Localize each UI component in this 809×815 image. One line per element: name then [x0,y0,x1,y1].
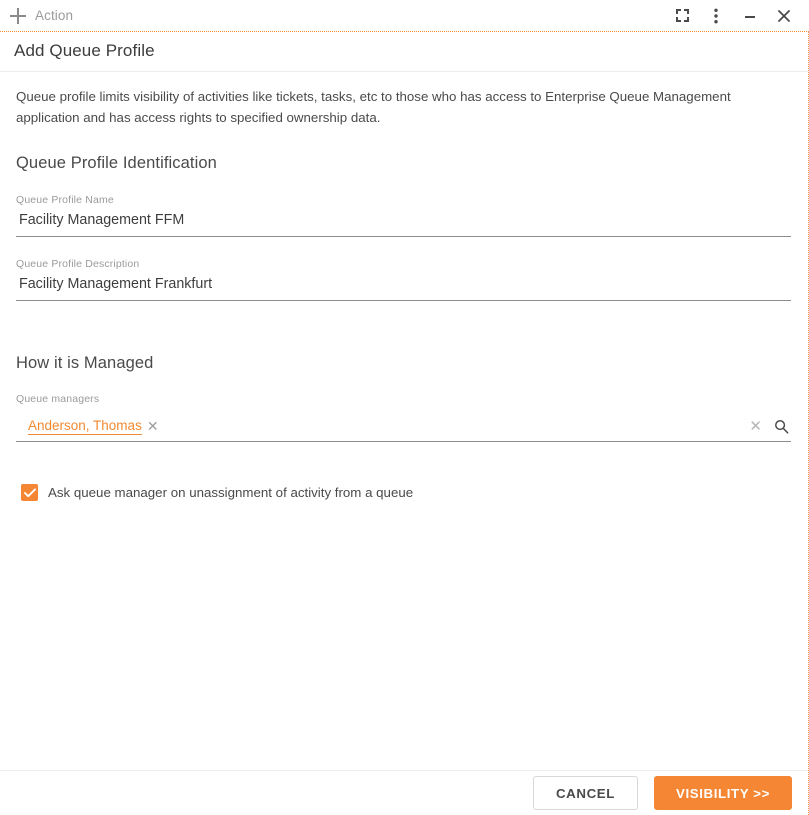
dialog-body: Queue profile limits visibility of activ… [0,72,808,770]
queue-profile-description-label: Queue Profile Description [16,258,140,270]
page-title: Add Queue Profile [14,41,155,60]
titlebar-left-group: Action [10,7,73,24]
expand-icon [675,9,689,22]
dialog-header: Add Queue Profile [0,32,808,72]
add-queue-profile-window: Action Add Queue Profile Queue profile l… [0,0,809,815]
dialog-footer: CANCEL VISIBILITY >> [0,770,808,815]
window-controls [665,0,801,31]
dialog-frame: Add Queue Profile Queue profile limits v… [0,31,809,815]
queue-managers-input[interactable]: Anderson, Thomas ✕ ✕ [16,415,791,442]
chip-label[interactable]: Anderson, Thomas [28,418,142,435]
queue-profile-description-input[interactable] [16,271,791,301]
chip-remove-icon[interactable]: ✕ [147,419,159,433]
close-icon [778,9,790,22]
chip-queue-manager[interactable]: Anderson, Thomas ✕ [28,418,159,435]
cancel-button[interactable]: CANCEL [532,776,638,810]
dialog-description: Queue profile limits visibility of activ… [16,89,731,125]
queue-profile-name-label: Queue Profile Name [16,194,114,206]
close-button[interactable] [767,0,801,31]
minimize-button[interactable] [733,0,767,31]
queue-managers-actions: ✕ [749,419,791,434]
visibility-button[interactable]: VISIBILITY >> [653,776,792,810]
clear-icon[interactable]: ✕ [749,419,762,434]
window-titlebar: Action [0,0,809,31]
field-queue-profile-name: Queue Profile Name [16,194,791,237]
plus-icon[interactable] [10,7,26,24]
ask-queue-manager-checkbox[interactable] [21,484,38,501]
field-queue-managers: Queue managers Anderson, Thomas ✕ ✕ [16,393,791,442]
more-options-icon [714,8,718,23]
minimize-icon [745,15,755,18]
queue-profile-name-input[interactable] [16,207,791,237]
section-heading-identification: Queue Profile Identification [16,154,217,172]
action-menu-label[interactable]: Action [35,8,73,23]
ask-queue-manager-row[interactable]: Ask queue manager on unassignment of act… [16,484,791,501]
queue-managers-label: Queue managers [16,393,100,405]
search-icon[interactable] [774,419,789,434]
more-options-button[interactable] [699,0,733,31]
field-queue-profile-description: Queue Profile Description [16,258,791,301]
checkmark-icon [23,487,36,497]
expand-button[interactable] [665,0,699,31]
queue-managers-chip-list: Anderson, Thomas ✕ [16,418,749,435]
ask-queue-manager-label: Ask queue manager on unassignment of act… [48,485,414,500]
section-heading-managed: How it is Managed [16,354,154,372]
